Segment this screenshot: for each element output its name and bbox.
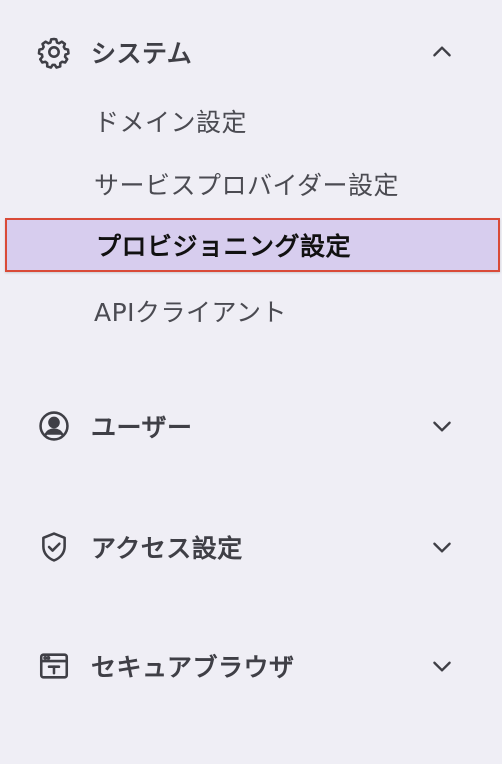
nav-section-access-settings-label: アクセス設定 xyxy=(91,534,243,563)
nav-section-users-label: ユーザー xyxy=(91,413,193,442)
nav-item-provisioning-settings[interactable]: プロビジョニング設定 xyxy=(5,218,500,272)
nav-section-users[interactable]: ユーザー xyxy=(0,398,502,454)
nav-item-service-provider-settings[interactable]: サービスプロバイダー設定 xyxy=(0,158,502,210)
nav-section-system[interactable]: システム xyxy=(0,24,502,80)
nav-section-secure-browser[interactable]: セキュアブラウザ xyxy=(0,638,502,694)
chevron-down-icon[interactable] xyxy=(427,651,457,681)
chevron-down-icon[interactable] xyxy=(427,532,457,562)
nav-section-access-settings[interactable]: アクセス設定 xyxy=(0,519,502,575)
nav-item-label: APIクライアント xyxy=(94,298,288,327)
nav-item-label: サービスプロバイダー設定 xyxy=(94,171,400,200)
shield-check-icon xyxy=(36,529,72,565)
nav-section-secure-browser-label: セキュアブラウザ xyxy=(91,653,295,682)
nav-section-system-label: システム xyxy=(91,39,193,68)
browser-window-icon xyxy=(36,648,72,684)
chevron-up-icon[interactable] xyxy=(427,37,457,67)
user-circle-icon xyxy=(36,408,72,444)
nav-item-api-clients[interactable]: APIクライアント xyxy=(0,285,502,337)
nav-item-label: ドメイン設定 xyxy=(94,108,248,137)
nav-item-domain-settings[interactable]: ドメイン設定 xyxy=(0,95,502,147)
nav-item-label: プロビジョニング設定 xyxy=(96,232,352,261)
gear-icon xyxy=(36,34,72,70)
chevron-down-icon[interactable] xyxy=(427,411,457,441)
